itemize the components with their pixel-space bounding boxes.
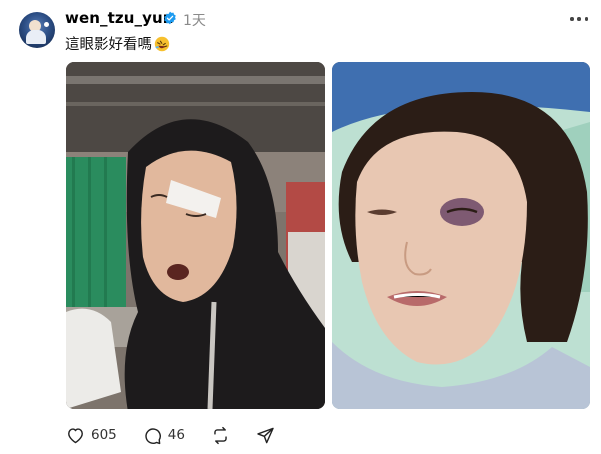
post-photo-2[interactable] <box>332 62 590 409</box>
comment-bubble-icon <box>145 427 161 444</box>
post-caption: 這眼影好看嗎 <box>65 33 170 54</box>
username[interactable]: wen_tzu_yun <box>65 9 174 27</box>
post-actions: 605 46 <box>66 424 301 446</box>
share-button[interactable] <box>256 426 275 445</box>
send-icon <box>257 427 274 443</box>
heart-icon <box>68 428 83 444</box>
photo-hooded-woman-image <box>66 62 325 409</box>
rolling-laughing-emoji-icon <box>154 36 170 51</box>
repost-icon <box>214 426 227 444</box>
comment-count: 46 <box>167 427 185 443</box>
more-options-icon[interactable] <box>570 10 588 28</box>
post-photo-1[interactable] <box>66 62 325 409</box>
comment-button[interactable]: 46 <box>143 426 185 445</box>
post-time: 1天 <box>183 13 206 29</box>
avatar[interactable] <box>19 12 55 48</box>
like-count: 605 <box>91 427 117 443</box>
like-button[interactable]: 605 <box>66 426 117 444</box>
repost-button[interactable] <box>211 426 230 445</box>
verified-badge-icon <box>164 11 176 25</box>
caption-text: 這眼影好看嗎 <box>65 37 152 53</box>
photo-bruised-eye-image <box>332 62 590 409</box>
